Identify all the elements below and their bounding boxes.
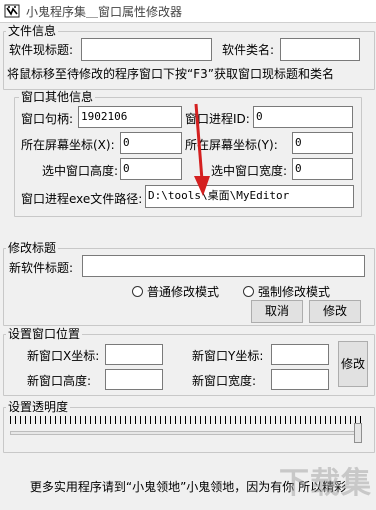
height-label: 选中窗口高度:	[42, 164, 119, 178]
pid-field[interactable]: 0	[253, 106, 353, 128]
new-width-field[interactable]	[271, 369, 329, 390]
annotation-arrow	[194, 103, 210, 196]
width-label: 选中窗口宽度:	[211, 164, 288, 178]
screen-x-label: 所在屏幕坐标(X):	[21, 138, 115, 152]
new-title-field[interactable]	[82, 255, 365, 277]
new-height-label: 新窗口高度:	[27, 374, 92, 388]
current-title-field[interactable]	[81, 38, 212, 61]
height-field[interactable]: 0	[120, 158, 182, 180]
transparency-ticks	[10, 416, 362, 424]
window-title: 小鬼程序集＿窗口属性修改器	[26, 5, 183, 19]
file-info-group-label: 文件信息	[6, 24, 59, 38]
new-title-label: 新软件标题:	[9, 261, 74, 275]
new-width-label: 新窗口宽度:	[192, 374, 257, 388]
width-field[interactable]: 0	[292, 158, 353, 180]
modify-title-group-label: 修改标题	[6, 241, 59, 255]
modify-title-button[interactable]: 修改	[309, 300, 361, 323]
screen-y-field[interactable]: 0	[292, 132, 353, 154]
position-group-label: 设置窗口位置	[6, 327, 83, 341]
new-y-label: 新窗口Y坐标:	[192, 349, 264, 363]
title-bar: 小鬼程序集＿窗口属性修改器	[0, 0, 376, 23]
exe-path-field[interactable]: D:\tools\桌面\MyEditor	[145, 185, 354, 208]
modify-position-button[interactable]: 修改	[338, 341, 368, 387]
transparency-group-label: 设置透明度	[6, 400, 71, 414]
force-mode-radio[interactable]	[243, 286, 254, 297]
screen-x-field[interactable]: 0	[120, 132, 182, 154]
class-name-label: 软件类名:	[222, 43, 275, 57]
watermark-logo: 下载集	[279, 466, 372, 501]
normal-mode-radio[interactable]	[132, 286, 143, 297]
other-info-group-label: 窗口其他信息	[19, 90, 96, 104]
f3-hint-text: 将鼠标移至待修改的程序窗口下按“F3”获取窗口现标题和类名	[7, 67, 334, 81]
new-x-field[interactable]	[105, 344, 163, 365]
normal-mode-label[interactable]: 普通修改模式	[147, 285, 219, 299]
new-height-field[interactable]	[105, 369, 163, 390]
handle-field[interactable]: 1902106	[78, 106, 182, 128]
transparency-track[interactable]	[10, 431, 362, 435]
current-title-label: 软件现标题:	[9, 43, 74, 57]
new-x-label: 新窗口X坐标:	[27, 349, 100, 363]
exe-path-label: 窗口进程exe文件路径:	[21, 192, 143, 206]
class-name-field[interactable]	[280, 38, 360, 61]
handle-label: 窗口句柄:	[21, 112, 74, 126]
app-icon	[4, 4, 20, 18]
transparency-slider-thumb[interactable]	[354, 423, 362, 443]
new-y-field[interactable]	[271, 344, 329, 365]
cancel-button[interactable]: 取消	[251, 300, 303, 323]
force-mode-label[interactable]: 强制修改模式	[258, 285, 330, 299]
